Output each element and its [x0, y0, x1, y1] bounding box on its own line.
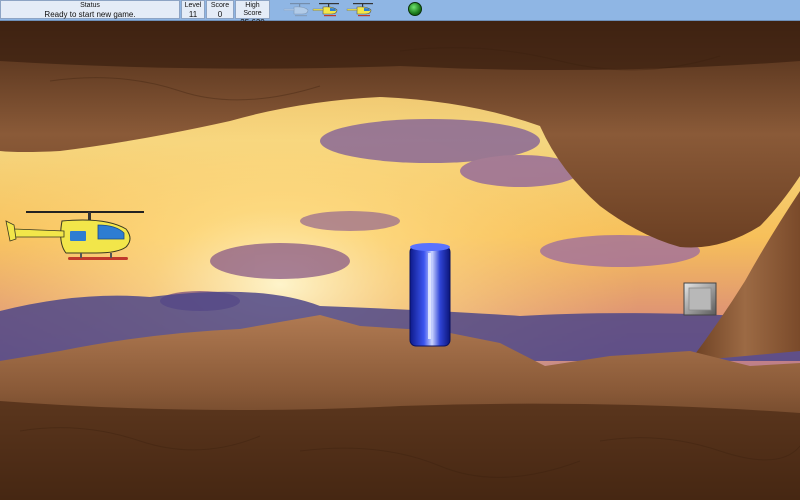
level-value: 11	[188, 10, 198, 19]
status-panel: Status Ready to start new game.	[0, 0, 180, 19]
status-label: Status	[80, 2, 100, 9]
level-label: Level	[184, 2, 202, 9]
high-score-label: High Score	[243, 2, 262, 17]
high-score-panel: High Score 25,620	[235, 0, 270, 27]
level-panel: Level 11	[181, 0, 205, 19]
helicopter-icon	[346, 3, 373, 17]
game-scene	[0, 21, 800, 500]
game-canvas[interactable]	[0, 21, 800, 500]
helicopter-icon-spent	[283, 3, 310, 17]
start-game-button[interactable]	[408, 2, 422, 16]
grey-block-pickup	[683, 282, 717, 316]
hud-bar: Status Ready to start new game. Level 11…	[0, 0, 800, 27]
helicopter-icon	[312, 3, 339, 17]
blue-canister-obstacle	[409, 243, 451, 347]
score-panel: Score 0	[206, 0, 234, 19]
score-value: 0	[217, 10, 223, 19]
score-label: Score	[210, 2, 230, 9]
status-value: Ready to start new game.	[44, 10, 136, 19]
